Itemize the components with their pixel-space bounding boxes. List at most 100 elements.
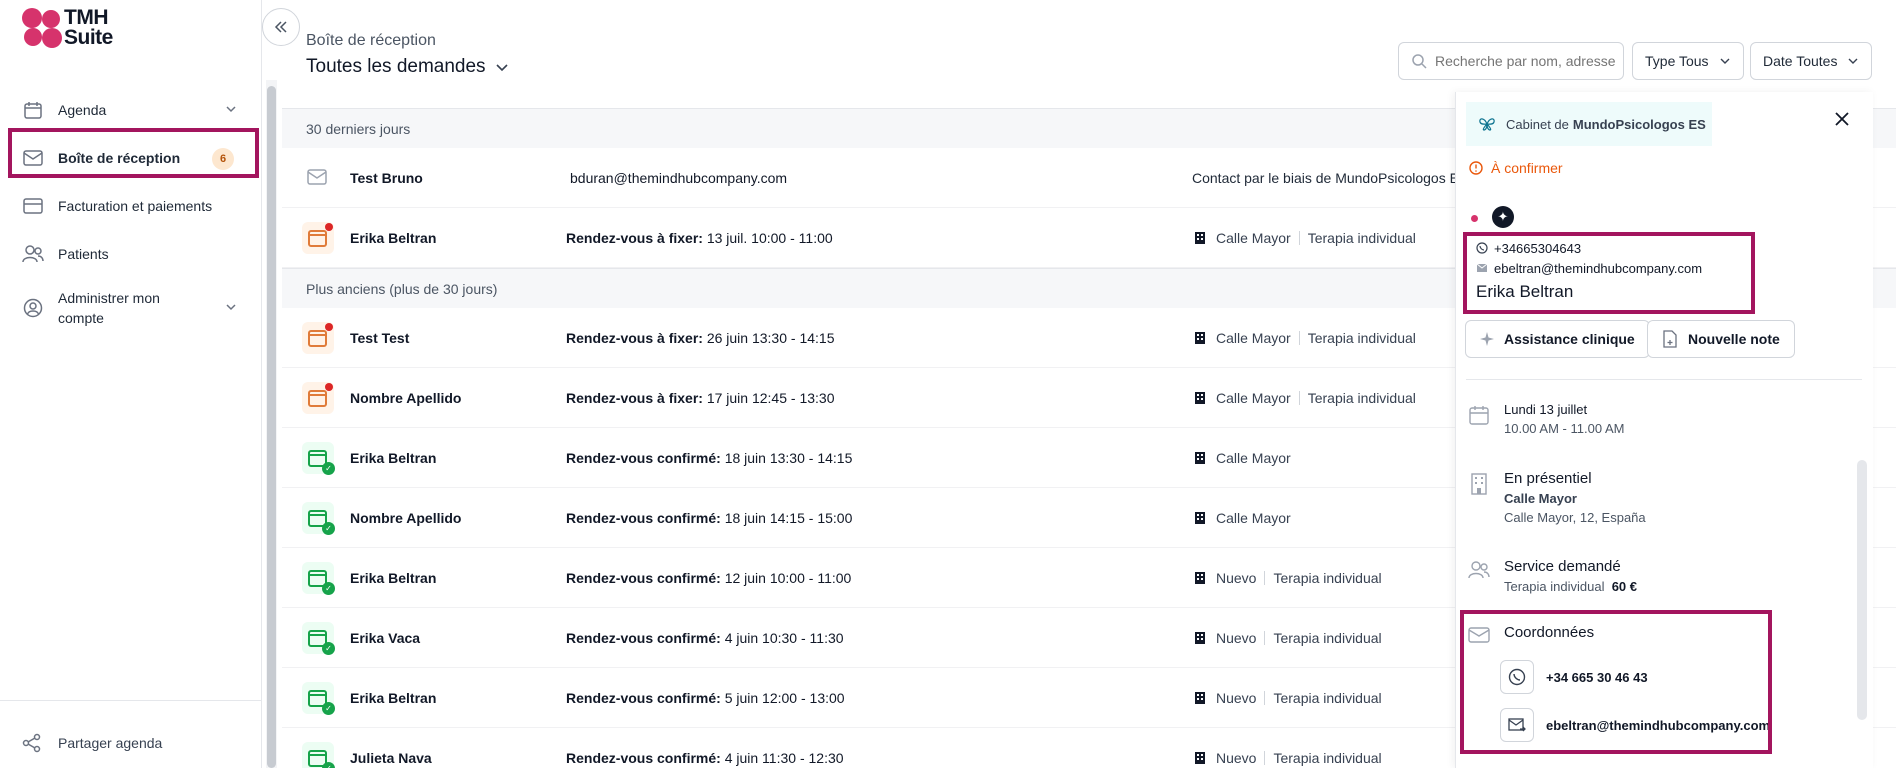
row-source: Contact par le biais de MundoPsicologos … bbox=[1192, 170, 1469, 186]
row-location: Calle Mayor Terapia individual bbox=[1194, 390, 1416, 406]
sidebar-item-label: Agenda bbox=[58, 102, 107, 118]
row-detail: Rendez-vous confirmé: 18 juin 13:30 - 14… bbox=[566, 450, 852, 466]
chevron-down-icon bbox=[495, 64, 508, 72]
sidebar-nav: Agenda Boîte de réception 6 Facturation … bbox=[10, 86, 260, 338]
row-service: Terapia individual bbox=[1307, 230, 1416, 246]
row-location-name: Nuevo bbox=[1216, 570, 1257, 586]
row-name: Nombre Apellido bbox=[350, 390, 462, 406]
calendar-confirmed-icon: ✓ bbox=[302, 562, 335, 595]
row-name: Erika Vaca bbox=[350, 630, 421, 646]
app-logo[interactable]: TMH Suite bbox=[20, 6, 130, 52]
whatsapp-icon bbox=[1508, 668, 1526, 686]
row-name: Nombre Apellido bbox=[350, 510, 462, 526]
appointment-time: 10.00 AM - 11.00 AM bbox=[1504, 421, 1625, 436]
sidebar: TMH Suite Agenda Boîte de réception 6 Fa… bbox=[0, 0, 262, 768]
sidebar-item-label-line1: Administrer mon bbox=[58, 290, 160, 306]
patient-email-line: ebeltran@themindhubcompany.com bbox=[1476, 258, 1702, 278]
sidebar-item-billing[interactable]: Facturation et paiements bbox=[10, 182, 260, 230]
calendar-confirmed-icon: ✓ bbox=[302, 502, 335, 535]
users-icon bbox=[1466, 558, 1492, 594]
status-badge: À confirmer bbox=[1469, 160, 1563, 176]
building-icon bbox=[1195, 392, 1205, 404]
search-box[interactable] bbox=[1398, 42, 1624, 80]
sidebar-item-patients[interactable]: Patients bbox=[10, 230, 260, 278]
patient-phone-line: +34665304643 bbox=[1476, 238, 1702, 258]
building-icon bbox=[1195, 232, 1205, 244]
logo-line1: TMH bbox=[64, 6, 108, 29]
row-location: Nuevo Terapia individual bbox=[1194, 690, 1382, 706]
building-icon bbox=[1195, 632, 1205, 644]
sparkle-icon bbox=[1480, 332, 1494, 346]
sidebar-item-label: Boîte de réception bbox=[58, 150, 181, 166]
share-agenda-link[interactable]: Partager agenda bbox=[22, 733, 162, 753]
share-icon bbox=[22, 733, 41, 753]
appointment-address: Calle Mayor, 12, España bbox=[1504, 510, 1646, 525]
sidebar-scrollbar[interactable] bbox=[266, 80, 277, 768]
row-location-name: Calle Mayor bbox=[1216, 510, 1291, 526]
row-name: Erika Beltran bbox=[350, 450, 437, 466]
sidebar-item-account[interactable]: Administrer mon compte bbox=[10, 278, 260, 338]
contact-phone[interactable]: +34 665 30 46 43 bbox=[1546, 670, 1648, 685]
chevron-down-icon[interactable] bbox=[224, 102, 238, 119]
row-time: 12 juin 10:00 - 11:00 bbox=[724, 570, 852, 586]
chevron-down-icon bbox=[1720, 58, 1730, 64]
share-agenda-label: Partager agenda bbox=[58, 735, 163, 751]
cabinet-name: MundoPsicologos ES bbox=[1572, 116, 1706, 132]
page-title: Toutes les demandes bbox=[306, 56, 486, 77]
sidebar-item-label: Administrer mon compte bbox=[58, 288, 160, 328]
chevron-down-icon[interactable] bbox=[224, 300, 238, 317]
row-detail: Rendez-vous à fixer: 13 juil. 10:00 - 11… bbox=[566, 230, 833, 246]
row-status-label: Rendez-vous à fixer: bbox=[566, 230, 703, 246]
new-note-button[interactable]: Nouvelle note bbox=[1647, 320, 1795, 358]
cabinet-banner: Cabinet de MundoPsicologos ES bbox=[1466, 102, 1712, 146]
appointment-location-block: En présentiel Calle Mayor Calle Mayor, 1… bbox=[1466, 470, 1646, 525]
contact-email[interactable]: ebeltran@themindhubcompany.com bbox=[1546, 718, 1770, 733]
breadcrumb: Boîte de réception bbox=[306, 32, 436, 49]
row-status-label: Rendez-vous confirmé: bbox=[566, 750, 721, 766]
chevron-down-icon bbox=[1848, 58, 1858, 64]
contact-email-row[interactable]: ebeltran@themindhubcompany.com bbox=[1500, 708, 1770, 742]
sidebar-item-inbox[interactable]: Boîte de réception 6 bbox=[10, 134, 260, 182]
contact-phone-row[interactable]: +34 665 30 46 43 bbox=[1500, 660, 1648, 694]
users-icon bbox=[22, 244, 44, 264]
mail-send-icon bbox=[1508, 718, 1526, 732]
type-filter-dropdown[interactable]: Type Tous bbox=[1632, 42, 1744, 80]
row-service: Terapia individual bbox=[1307, 330, 1416, 346]
close-panel-button[interactable] bbox=[1833, 108, 1851, 134]
whatsapp-button[interactable] bbox=[1500, 660, 1534, 694]
row-service: Terapia individual bbox=[1273, 690, 1382, 706]
calendar-icon bbox=[22, 100, 44, 120]
logo-text: TMH Suite bbox=[64, 6, 113, 48]
ai-sparkle-icon[interactable]: ✦ bbox=[1492, 206, 1514, 228]
row-location: Calle Mayor bbox=[1194, 510, 1291, 526]
butterfly-icon bbox=[1479, 118, 1495, 131]
row-location-name: Nuevo bbox=[1216, 750, 1257, 766]
panel-scrollbar[interactable] bbox=[1857, 460, 1867, 720]
note-add-icon bbox=[1663, 330, 1677, 348]
view-selector[interactable]: Toutes les demandes bbox=[306, 56, 510, 78]
building-icon bbox=[1195, 452, 1205, 464]
search-input[interactable] bbox=[1435, 53, 1615, 69]
clinical-assistant-button[interactable]: Assistance clinique bbox=[1465, 320, 1650, 358]
mail-icon bbox=[306, 166, 332, 192]
send-email-button[interactable] bbox=[1500, 708, 1534, 742]
row-email: bduran@themindhubcompany.com bbox=[570, 170, 788, 186]
user-circle-icon bbox=[22, 298, 44, 318]
date-filter-dropdown[interactable]: Date Toutes bbox=[1750, 42, 1873, 80]
sidebar-item-agenda[interactable]: Agenda bbox=[10, 86, 260, 134]
clock-warning-icon bbox=[1469, 161, 1483, 175]
service-title: Service demandé bbox=[1504, 558, 1621, 575]
calendar-confirmed-icon: ✓ bbox=[302, 622, 335, 655]
scrollbar-thumb[interactable] bbox=[267, 86, 276, 768]
patient-contact-summary: +34665304643 ebeltran@themindhubcompany.… bbox=[1476, 238, 1702, 302]
row-name: Test Test bbox=[350, 330, 410, 346]
mail-icon bbox=[22, 148, 44, 168]
row-name: Julieta Nava bbox=[350, 750, 432, 766]
row-status-label: Rendez-vous confirmé: bbox=[566, 690, 721, 706]
appointment-date: Lundi 13 juillet bbox=[1504, 402, 1588, 417]
calendar-pending-icon bbox=[302, 382, 334, 414]
row-service: Terapia individual bbox=[1307, 390, 1416, 406]
row-status-label: Rendez-vous confirmé: bbox=[566, 510, 721, 526]
row-name: Erika Beltran bbox=[350, 230, 437, 246]
row-detail: Rendez-vous confirmé: 4 juin 11:30 - 12:… bbox=[566, 750, 844, 766]
